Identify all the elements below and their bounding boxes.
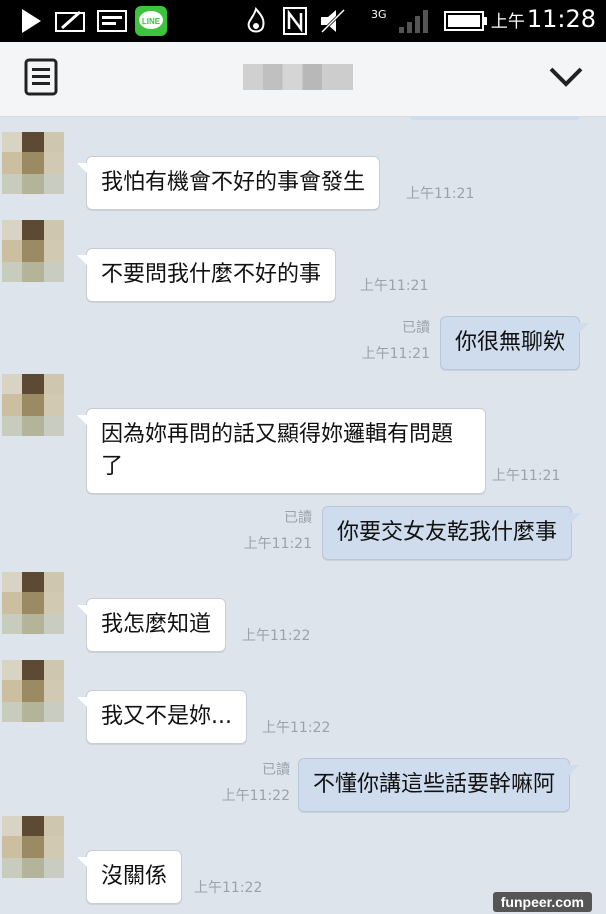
line-app-icon: LINE [134,6,168,36]
svg-text:3G: 3G [371,8,387,21]
read-receipt: 已讀 [284,510,312,526]
message-bubble[interactable]: 我怕有機會不好的事會發生 [76,156,381,210]
message-text: 沒關係 [101,864,168,889]
feather-icon [54,6,88,36]
message-bubble[interactable]: 不懂你講這些話要幹嘛阿 [298,758,580,812]
message-text: 不要問我什麼不好的事 [101,262,322,287]
message-bubble[interactable]: 不要問我什麼不好的事 [76,248,337,302]
message-time: 上午11:21 [361,346,430,362]
avatar[interactable] [2,660,64,722]
avatar[interactable] [2,374,64,436]
message-text: 我又不是妳... [101,704,232,729]
status-bar: LINE 3G 上午11:28 [0,0,606,42]
message-bubble[interactable]: 我又不是妳... [77,690,247,744]
message-bubble[interactable]: 沒關係 [76,850,183,904]
nfc-icon [282,6,308,36]
avatar[interactable] [2,220,64,282]
message-time: 上午11:21 [243,536,312,552]
message-text: 不懂你講這些話要幹嘛阿 [313,772,556,797]
message-bubble[interactable]: 你很無聊欸 [440,316,590,370]
read-receipt: 已讀 [262,762,290,778]
message-text: 你很無聊欸 [455,330,566,355]
read-receipt: 已讀 [402,320,430,336]
message-text: 你要交女友乾我什麼事 [337,520,558,545]
message-time: 上午11:21 [492,468,561,484]
watermark: funpeer.com [492,892,592,912]
fire-icon [244,6,268,36]
message-time: 上午11:21 [360,278,429,294]
message-text: 我怕有機會不好的事會發生 [101,170,366,195]
message-time: 上午11:22 [262,720,331,736]
message-text: 我怎麼知道 [101,612,212,637]
notes-icon[interactable] [24,58,60,96]
message-time: 上午11:22 [221,788,290,804]
clock: 上午11:28 [491,5,596,33]
battery-icon [444,6,488,36]
message-bubble[interactable]: 我怎麼知道 [76,598,227,652]
chat-title-pixelated [243,64,353,90]
message-time: 上午11:21 [406,186,475,202]
chat-header [0,42,606,117]
clock-time: 11:28 [526,5,596,33]
line-label: LINE [142,17,161,26]
clock-ampm: 上午 [490,12,525,32]
avatar[interactable] [2,816,64,878]
message-time: 上午11:22 [242,628,311,644]
image-icon [96,6,128,36]
message-bubble[interactable]: 你要交女友乾我什麼事 [322,506,582,560]
mute-icon [318,6,348,36]
avatar[interactable] [2,132,64,194]
message-time: 上午11:22 [194,880,263,896]
play-icon [18,6,44,36]
previous-bubble-edge [410,116,580,120]
message-bubble[interactable]: 因為妳再問的話又顯得妳邏輯有問題了 [77,408,486,494]
signal-icon: 3G [360,6,436,36]
chevron-down-icon[interactable] [548,64,584,90]
message-text: 因為妳再問的話又顯得妳邏輯有問題了 [101,422,454,479]
chat-history[interactable]: 我怕有機會不好的事會發生 上午11:21 不要問我什麼不好的事 上午11:21 … [0,116,606,914]
avatar[interactable] [2,572,64,634]
